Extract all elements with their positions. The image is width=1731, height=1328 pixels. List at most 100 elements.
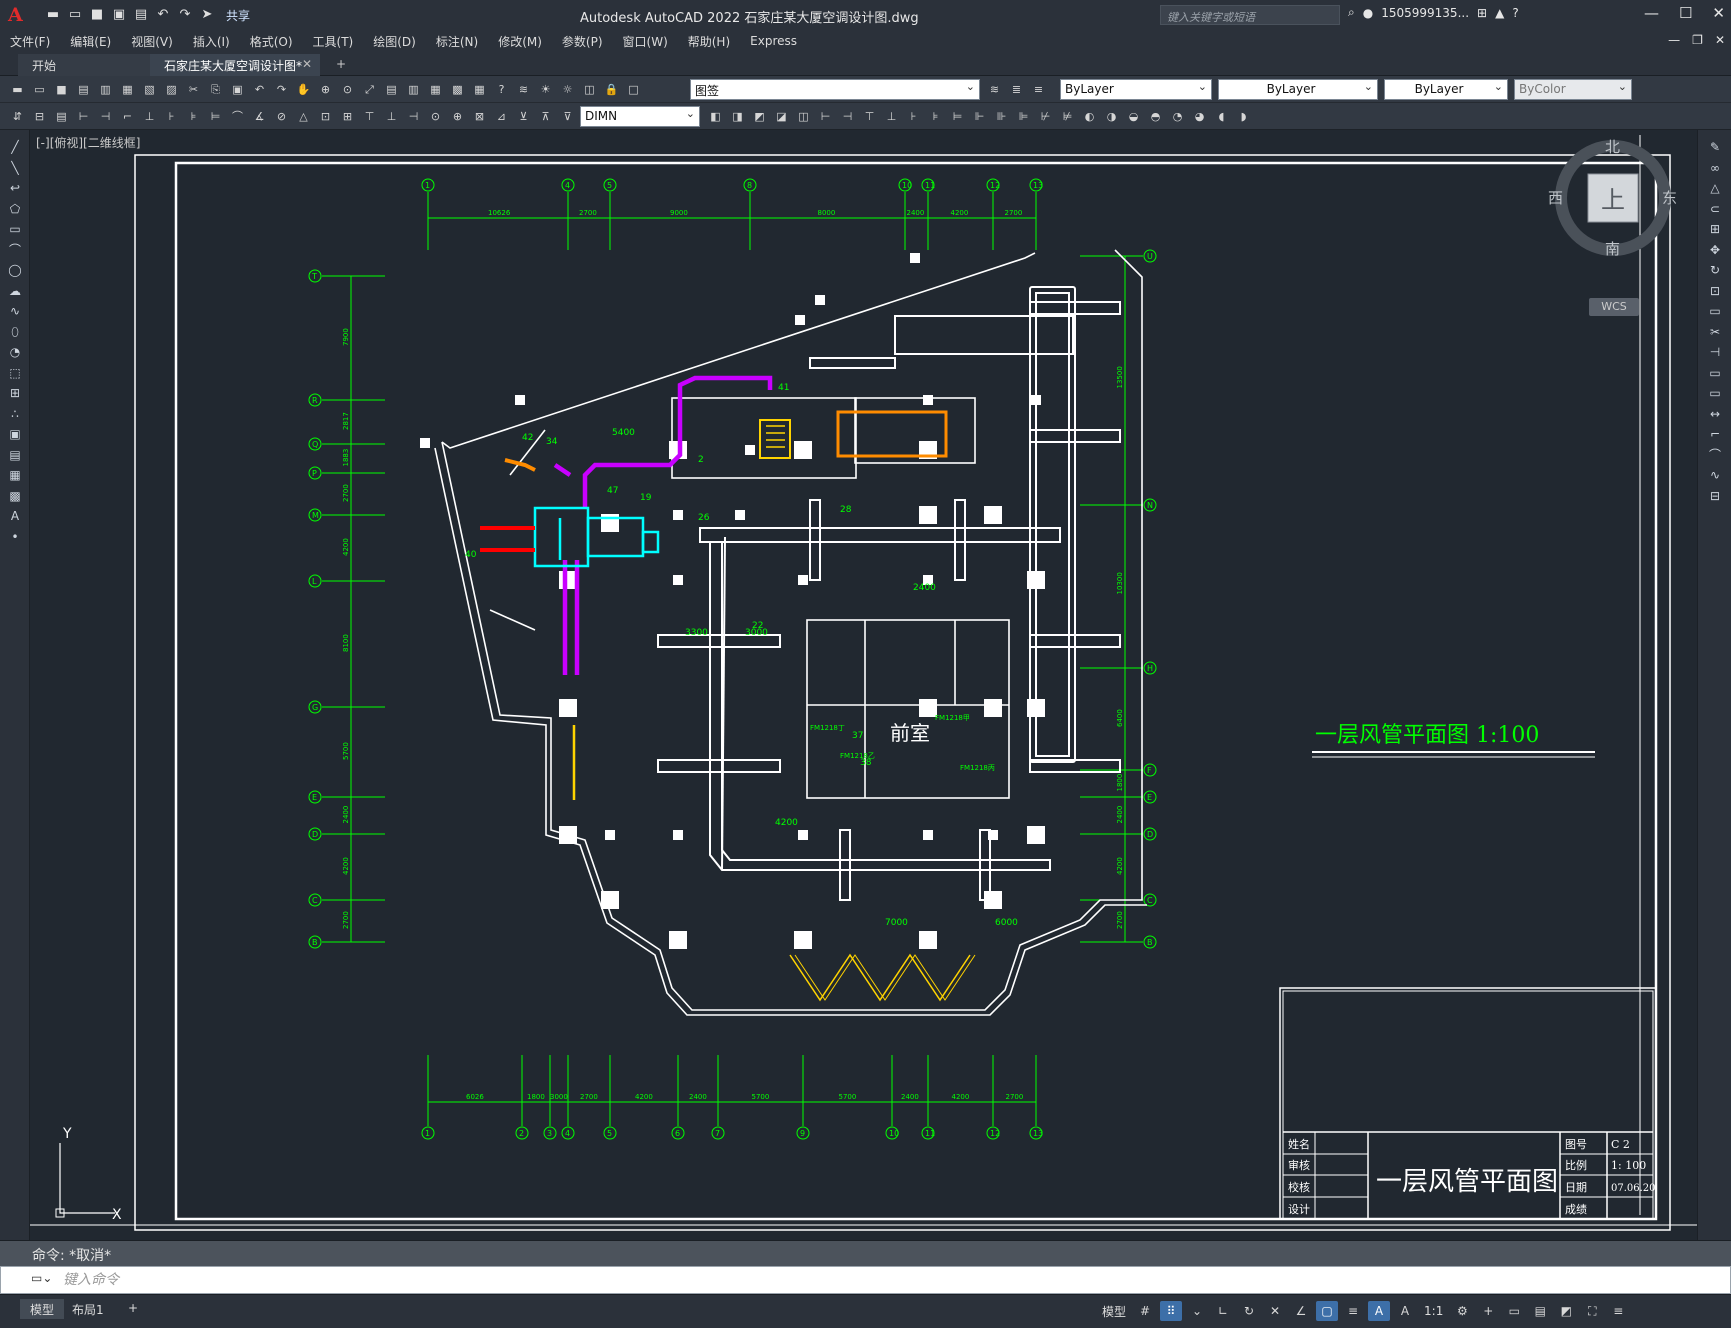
modify-3-icon[interactable]: ⊂	[1706, 200, 1724, 218]
dim-tool-4-icon[interactable]: ⊣	[96, 107, 115, 126]
dim-tool-14-icon[interactable]: ⊡	[316, 107, 335, 126]
dim-tool-5-icon[interactable]: ⌐	[118, 107, 137, 126]
cart-icon[interactable]: ⊞	[1477, 6, 1487, 20]
minimize-icon[interactable]: —	[1644, 4, 1659, 22]
menu-item-9[interactable]: 参数(P)	[552, 33, 613, 50]
menu-item-10[interactable]: 窗口(W)	[613, 33, 678, 50]
std-tool-1-icon[interactable]: ▭	[30, 80, 49, 99]
menu-item-7[interactable]: 标注(N)	[426, 33, 488, 50]
dim-tool-3-icon[interactable]: ⊢	[74, 107, 93, 126]
modify-15-icon[interactable]: ⌒	[1706, 446, 1724, 464]
draw-4-icon[interactable]: ▭	[6, 220, 24, 238]
draw-12-icon[interactable]: ⊞	[6, 384, 24, 402]
dim-tool-7-icon[interactable]: ⊦	[162, 107, 181, 126]
modify-9-icon[interactable]: ✂	[1706, 323, 1724, 341]
command-input[interactable]	[63, 1270, 963, 1290]
dim-tool-24-icon[interactable]: ⊼	[536, 107, 555, 126]
model-space-button[interactable]: 模型	[1098, 1303, 1130, 1320]
std-tool-15-icon[interactable]: ⊙	[338, 80, 357, 99]
linetype-dropdown[interactable]: ByLayer	[1218, 79, 1378, 100]
viewcube[interactable]: 上 北 南 西 东	[1548, 138, 1677, 258]
std-tool-27-icon[interactable]: 🔒	[602, 80, 621, 99]
dim-tool-21-icon[interactable]: ⊠	[470, 107, 489, 126]
mod-tool-20-icon[interactable]: ◓	[1146, 107, 1165, 126]
app-store-icon[interactable]: ▲	[1495, 6, 1504, 20]
std-tool-2-icon[interactable]: ■	[52, 80, 71, 99]
wcs-menu-button[interactable]: WCS	[1589, 298, 1639, 316]
layer-dropdown[interactable]: 图签	[690, 79, 980, 100]
quick-properties-icon[interactable]: ▤	[1529, 1301, 1551, 1321]
open-icon[interactable]: ▭	[66, 6, 84, 24]
std-tool-20-icon[interactable]: ▩	[448, 80, 467, 99]
draw-16-icon[interactable]: ▦	[6, 466, 24, 484]
std-tool-6-icon[interactable]: ▧	[140, 80, 159, 99]
dim-tool-2-icon[interactable]: ▤	[52, 107, 71, 126]
fullscreen-icon[interactable]: ⛶	[1581, 1301, 1603, 1321]
std-tool-0-icon[interactable]: ▬	[8, 80, 27, 99]
menu-item-8[interactable]: 修改(M)	[488, 33, 552, 50]
dim-tool-9-icon[interactable]: ⊨	[206, 107, 225, 126]
mod-tool-17-icon[interactable]: ◐	[1080, 107, 1099, 126]
mod-tool-4-icon[interactable]: ◫	[794, 107, 813, 126]
mod-tool-15-icon[interactable]: ⊬	[1036, 107, 1055, 126]
color-dropdown[interactable]: ByLayer	[1060, 79, 1212, 100]
annotation-scale[interactable]: 1:1	[1420, 1304, 1447, 1318]
dim-tool-11-icon[interactable]: ∡	[250, 107, 269, 126]
menu-item-3[interactable]: 插入(I)	[183, 33, 240, 50]
modify-12-icon[interactable]: ▭	[1706, 384, 1724, 402]
lineweight-icon[interactable]: ≡	[1342, 1301, 1364, 1321]
draw-18-icon[interactable]: A	[6, 507, 24, 525]
isolate-icon[interactable]: ◩	[1555, 1301, 1577, 1321]
draw-2-icon[interactable]: ↩	[6, 179, 24, 197]
modify-13-icon[interactable]: ↔	[1706, 405, 1724, 423]
mod-tool-16-icon[interactable]: ⊭	[1058, 107, 1077, 126]
drawing-viewport[interactable]: [-][俯视][二维线框] Y X 1 4 5 8 10 11 12 13 10626 2700 9…	[30, 130, 1697, 1240]
dim-tool-19-icon[interactable]: ⊙	[426, 107, 445, 126]
units-icon[interactable]: ▭	[1503, 1301, 1525, 1321]
layer-state-icon[interactable]: ≡	[1029, 80, 1048, 99]
mod-tool-22-icon[interactable]: ◕	[1190, 107, 1209, 126]
draw-19-icon[interactable]: •	[6, 528, 24, 546]
draw-5-icon[interactable]: ⌒	[6, 241, 24, 259]
dim-tool-23-icon[interactable]: ⊻	[514, 107, 533, 126]
mod-tool-5-icon[interactable]: ⊢	[816, 107, 835, 126]
dimstyle-dropdown[interactable]: DIMN	[580, 106, 700, 127]
modify-0-icon[interactable]: ✎	[1706, 138, 1724, 156]
std-tool-5-icon[interactable]: ▦	[118, 80, 137, 99]
dim-tool-18-icon[interactable]: ⊣	[404, 107, 423, 126]
modify-10-icon[interactable]: ⊣	[1706, 343, 1724, 361]
std-tool-26-icon[interactable]: ◫	[580, 80, 599, 99]
new-tab-button[interactable]: +	[330, 54, 354, 76]
std-tool-25-icon[interactable]: ☼	[558, 80, 577, 99]
mod-tool-2-icon[interactable]: ◩	[750, 107, 769, 126]
mod-tool-21-icon[interactable]: ◔	[1168, 107, 1187, 126]
mod-tool-24-icon[interactable]: ◗	[1234, 107, 1253, 126]
menu-item-6[interactable]: 绘图(D)	[363, 33, 426, 50]
layer-previous-icon[interactable]: ≣	[1007, 80, 1026, 99]
customize-menu-icon[interactable]: ≡	[1607, 1301, 1629, 1321]
save-icon[interactable]: ■	[88, 6, 106, 24]
mod-tool-23-icon[interactable]: ◖	[1212, 107, 1231, 126]
layer-match-icon[interactable]: ≋	[985, 80, 1004, 99]
modify-4-icon[interactable]: ⊞	[1706, 220, 1724, 238]
mod-tool-10-icon[interactable]: ⊧	[926, 107, 945, 126]
std-tool-17-icon[interactable]: ▤	[382, 80, 401, 99]
dim-tool-13-icon[interactable]: △	[294, 107, 313, 126]
menu-item-12[interactable]: Express	[740, 34, 807, 48]
command-prompt-icon[interactable]: ▭⌄	[31, 1271, 52, 1285]
polar-icon[interactable]: ↻	[1238, 1301, 1260, 1321]
modify-2-icon[interactable]: △	[1706, 179, 1724, 197]
draw-13-icon[interactable]: ∴	[6, 405, 24, 423]
mod-tool-18-icon[interactable]: ◑	[1102, 107, 1121, 126]
share-button[interactable]: 共享	[226, 7, 250, 24]
user-icon[interactable]: ●	[1363, 6, 1373, 20]
share-icon[interactable]: ➤	[198, 6, 216, 24]
search-input[interactable]: 键入关键字或短语	[1160, 5, 1340, 25]
std-tool-19-icon[interactable]: ▦	[426, 80, 445, 99]
dim-tool-15-icon[interactable]: ⊞	[338, 107, 357, 126]
new-icon[interactable]: ▬	[44, 6, 62, 24]
dim-tool-25-icon[interactable]: ⊽	[558, 107, 577, 126]
tab-layout1[interactable]: 布局1	[62, 1299, 114, 1319]
mod-tool-11-icon[interactable]: ⊨	[948, 107, 967, 126]
std-tool-28-icon[interactable]: □	[624, 80, 643, 99]
